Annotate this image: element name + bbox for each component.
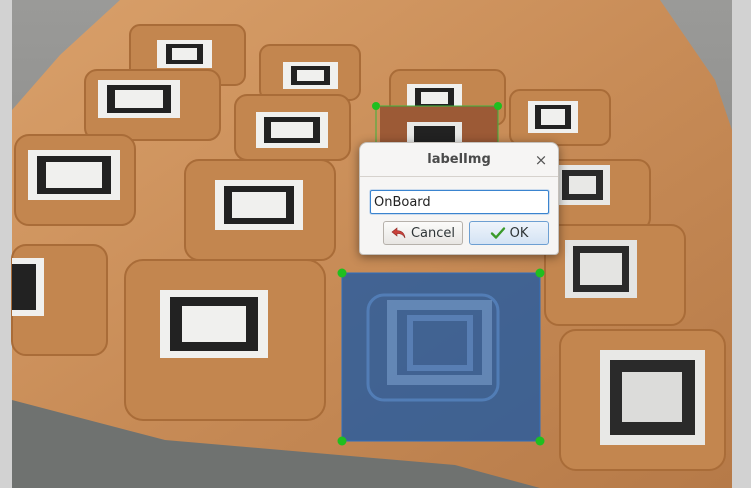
label-dialog: labelImg × Cancel OK (359, 142, 559, 255)
ok-button-label: OK (509, 225, 529, 241)
ok-button[interactable]: OK (469, 221, 549, 245)
box-corner-handle[interactable] (372, 102, 380, 110)
box-corner-handle[interactable] (494, 102, 502, 110)
cancel-button-label: Cancel (410, 225, 456, 241)
cancel-button[interactable]: Cancel (383, 221, 463, 245)
undo-arrow-icon (391, 225, 407, 241)
close-icon[interactable]: × (532, 151, 550, 169)
label-input[interactable] (370, 190, 549, 214)
dialog-title: labelImg (360, 143, 558, 177)
checkmark-icon (490, 225, 506, 241)
